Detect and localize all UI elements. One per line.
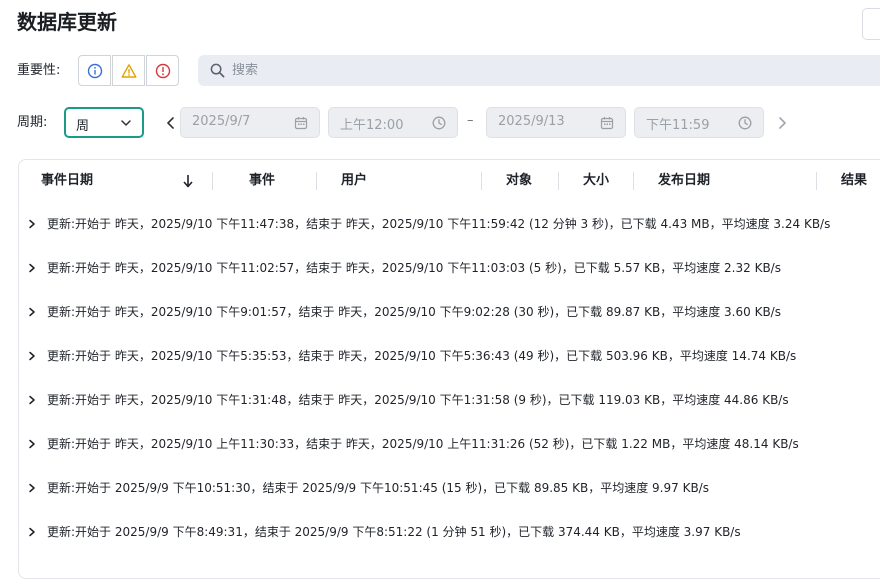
start-date-field[interactable]: 2025/9/7 [180, 107, 320, 138]
column-header-user[interactable]: 用户 [341, 172, 367, 190]
table-row[interactable]: 更新:开始于 昨天，2025/9/10 下午11:47:38，结束于 昨天，20… [24, 214, 830, 234]
row-summary-text: 更新:开始于 昨天，2025/9/10 下午9:01:57，结束于 昨天，202… [47, 305, 781, 319]
info-circle-icon [87, 63, 102, 78]
table-row[interactable]: 更新:开始于 昨天，2025/9/10 下午11:02:57，结束于 昨天，20… [24, 258, 781, 278]
column-resize-handle[interactable] [816, 172, 817, 190]
prev-period-button[interactable] [164, 116, 178, 130]
column-resize-handle[interactable] [633, 172, 634, 190]
column-resize-handle[interactable] [316, 172, 317, 190]
expand-chevron-icon[interactable] [24, 524, 40, 540]
table-row[interactable]: 更新:开始于 2025/9/9 下午8:49:31，结束于 2025/9/9 下… [24, 522, 741, 542]
severity-toggle-group [78, 55, 179, 87]
expand-chevron-icon[interactable] [24, 348, 40, 364]
row-summary-text: 更新:开始于 昨天，2025/9/10 上午11:30:33，结束于 昨天，20… [47, 437, 799, 451]
row-summary-text: 更新:开始于 2025/9/9 下午8:49:31，结束于 2025/9/9 下… [47, 525, 741, 539]
error-circle-icon [155, 63, 170, 78]
calendar-icon [600, 117, 614, 130]
severity-info-button[interactable] [78, 55, 111, 86]
expand-chevron-icon[interactable] [24, 216, 40, 232]
period-select[interactable]: 周 [64, 107, 144, 138]
expand-chevron-icon[interactable] [24, 260, 40, 276]
search-input[interactable] [232, 55, 832, 86]
end-time-field[interactable]: 下午11:59 [634, 107, 764, 138]
table-row[interactable]: 更新:开始于 昨天，2025/9/10 下午9:01:57，结束于 昨天，202… [24, 302, 781, 322]
row-summary-text: 更新:开始于 昨天，2025/9/10 下午11:02:57，结束于 昨天，20… [47, 261, 781, 275]
start-time-value: 上午12:00 [340, 118, 404, 133]
column-resize-handle[interactable] [212, 172, 213, 190]
row-summary-text: 更新:开始于 昨天，2025/9/10 下午1:31:48，结束于 昨天，202… [47, 393, 789, 407]
table-row[interactable]: 更新:开始于 昨天，2025/9/10 上午11:30:33，结束于 昨天，20… [24, 434, 799, 454]
severity-warning-button[interactable] [112, 55, 145, 86]
column-resize-handle[interactable] [481, 172, 482, 190]
next-period-button[interactable] [775, 116, 789, 130]
end-date-value: 2025/9/13 [498, 114, 565, 129]
column-header-size[interactable]: 大小 [583, 172, 609, 190]
expand-chevron-icon[interactable] [24, 304, 40, 320]
range-separator: – [467, 113, 474, 128]
severity-error-button[interactable] [146, 55, 179, 86]
arrow-down-icon[interactable] [182, 174, 194, 188]
chevron-down-icon [121, 120, 131, 126]
row-summary-text: 更新:开始于 昨天，2025/9/10 下午11:47:38，结束于 昨天，20… [47, 217, 831, 231]
start-date-value: 2025/9/7 [192, 114, 251, 129]
end-date-field[interactable]: 2025/9/13 [486, 107, 626, 138]
search-icon [210, 63, 225, 78]
column-header-publish-date[interactable]: 发布日期 [658, 172, 710, 190]
expand-chevron-icon[interactable] [24, 480, 40, 496]
expand-chevron-icon[interactable] [24, 436, 40, 452]
table-row[interactable]: 更新:开始于 昨天，2025/9/10 下午5:35:53，结束于 昨天，202… [24, 346, 796, 366]
column-header-event[interactable]: 事件 [249, 172, 275, 190]
severity-label: 重要性: [17, 63, 61, 78]
end-time-value: 下午11:59 [646, 118, 710, 133]
column-header-event-date[interactable]: 事件日期 [41, 172, 93, 190]
row-summary-text: 更新:开始于 2025/9/9 下午10:51:30，结束于 2025/9/9 … [47, 481, 709, 495]
column-resize-handle[interactable] [558, 172, 559, 190]
row-summary-text: 更新:开始于 昨天，2025/9/10 下午5:35:53，结束于 昨天，202… [47, 349, 797, 363]
column-header-object[interactable]: 对象 [506, 172, 532, 190]
table-row[interactable]: 更新:开始于 2025/9/9 下午10:51:30，结束于 2025/9/9 … [24, 478, 709, 498]
column-header-result[interactable]: 结果 [841, 172, 867, 190]
warning-triangle-icon [121, 63, 136, 78]
search-box [198, 55, 880, 86]
start-time-field[interactable]: 上午12:00 [328, 107, 458, 138]
expand-chevron-icon[interactable] [24, 392, 40, 408]
calendar-icon [294, 117, 308, 130]
page-title: 数据库更新 [17, 10, 117, 34]
clock-icon [738, 116, 752, 130]
table-row[interactable]: 更新:开始于 昨天，2025/9/10 下午1:31:48，结束于 昨天，202… [24, 390, 789, 410]
period-label: 周期: [17, 115, 48, 130]
clock-icon [432, 116, 446, 130]
period-select-value: 周 [76, 119, 90, 134]
header-action-button[interactable] [862, 8, 880, 40]
